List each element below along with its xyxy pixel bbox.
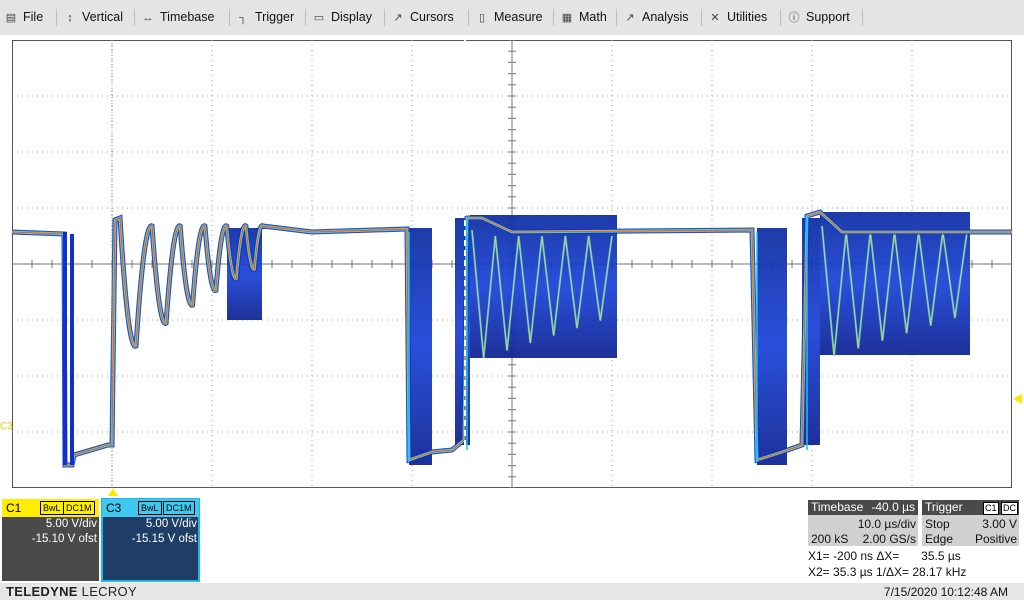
menu-math[interactable]: ▦ Math (561, 0, 607, 35)
channel-c1-descriptor[interactable]: C1 BwL DC1M 5.00 V/div -15.10 V ofst (2, 499, 99, 581)
trigger-position-marker[interactable] (107, 488, 119, 497)
menu-separator (553, 9, 554, 26)
menu-separator (134, 9, 135, 26)
c3-trace-marker[interactable]: C3 (0, 418, 14, 432)
trigger-header: Trigger C1 DC (922, 500, 1019, 515)
timebase-header: Timebase -40.0 µs (808, 500, 918, 515)
timebase-delay: -40.0 µs (871, 500, 915, 514)
timebase-tdiv: 10.0 µs/div (857, 517, 916, 531)
menu-bar: ▤ File ↕ Vertical ↔ Timebase ┐ Trigger ▭ Disp… (0, 0, 1024, 35)
timebase-label: Timebase (811, 500, 864, 514)
timebase-icon: ↔ (142, 12, 154, 24)
cursor-dx-value: 35.5 µs (921, 549, 961, 563)
cursor-dx-label: ΔX= (876, 549, 900, 563)
channel-c3-coupling-badge: DC1M (163, 501, 195, 515)
channel-c3-offset: -15.15 V ofst (131, 533, 197, 545)
menu-timebase[interactable]: ↔ Timebase (142, 0, 215, 35)
menu-separator (862, 9, 863, 26)
channel-c1-name: C1 (6, 501, 22, 515)
svg-text:C3: C3 (0, 421, 13, 432)
channel-c1-bandwidth-badge: BwL (40, 501, 64, 515)
channel-c3-vdiv: 5.00 V/div (145, 518, 197, 530)
menu-vertical[interactable]: ↕ Vertical (64, 0, 123, 35)
menu-label: Display (331, 10, 372, 24)
menu-separator (468, 9, 469, 26)
trigger-source-badge: C1 (983, 502, 999, 515)
channel-c3-name: C3 (106, 501, 122, 515)
menu-label: Cursors (410, 10, 454, 24)
menu-label: Math (579, 10, 607, 24)
display-icon: ▭ (313, 12, 325, 24)
trigger-mode: Stop (925, 517, 950, 531)
brand-bold: TELEDYNE (6, 584, 78, 599)
cursor-x2-value: 35.3 µs (833, 565, 873, 579)
menu-separator (780, 9, 781, 26)
menu-trigger[interactable]: ┐ Trigger (237, 0, 294, 35)
timebase-descriptor[interactable]: Timebase -40.0 µs 10.0 µs/div 200 kS 2.0… (808, 500, 918, 546)
menu-separator (384, 9, 385, 26)
menu-cursors[interactable]: ↗ Cursors (392, 0, 454, 35)
waveform-burst (757, 228, 787, 465)
cursor-readout-x2: X2= 35.3 µs 1/ΔX= 28.17 kHz (808, 565, 966, 579)
status-footer: TELEDYNE LECROY 7/15/2020 10:12:48 AM (0, 583, 1024, 600)
brand-logo: TELEDYNE LECROY (6, 584, 137, 599)
menu-support[interactable]: ⓘ Support (788, 0, 850, 35)
vertical-icon: ↕ (67, 12, 73, 24)
cursor-x2-label: X2= (808, 565, 830, 579)
trigger-level: 3.00 V (982, 517, 1017, 531)
waveform-burst (409, 228, 432, 465)
menu-label: Analysis (642, 10, 689, 24)
trigger-coupling-badge: DC (1001, 502, 1018, 515)
file-icon: ▤ (5, 12, 17, 24)
menu-display[interactable]: ▭ Display (313, 0, 372, 35)
menu-label: Utilities (727, 10, 768, 24)
menu-separator (229, 9, 230, 26)
math-icon: ▦ (561, 12, 573, 24)
menu-label: Trigger (255, 10, 295, 24)
channel-c1-header: C1 BwL DC1M (2, 499, 99, 517)
menu-separator (616, 9, 617, 26)
menu-separator (701, 9, 702, 26)
brand-rest: LECROY (77, 584, 137, 599)
menu-label: Measure (494, 10, 543, 24)
cursor-inv-value: 28.17 kHz (912, 565, 967, 579)
menu-analysis[interactable]: ↗ Analysis (624, 0, 689, 35)
menu-measure[interactable]: ▯ Measure (476, 0, 543, 35)
channel-c1-offset: -15.10 V ofst (31, 533, 97, 545)
channel-c3-bandwidth-badge: BwL (138, 501, 162, 515)
menu-label: Support (806, 10, 850, 24)
date-time: 7/15/2020 10:12:48 AM (883, 585, 1008, 599)
menu-separator (56, 9, 57, 26)
menu-utilities[interactable]: ✕ Utilities (709, 0, 767, 35)
measure-icon: ▯ (478, 12, 486, 24)
cursor-inv-label: 1/ΔX= (875, 565, 910, 579)
utilities-icon: ✕ (710, 12, 720, 24)
waveform-grid[interactable] (12, 40, 1012, 488)
support-icon: ⓘ (788, 12, 800, 24)
trigger-label: Trigger (925, 500, 963, 514)
trigger-slope: Positive (974, 532, 1017, 546)
trigger-level-marker[interactable] (1012, 394, 1022, 406)
menu-label: File (23, 10, 44, 24)
cursors-icon: ↗ (393, 12, 403, 24)
trigger-type: Edge (925, 532, 954, 546)
menu-label: Vertical (82, 10, 123, 24)
menu-label: Timebase (160, 10, 215, 24)
menu-separator (305, 9, 306, 26)
cursor-x1-label: X1= (808, 549, 830, 563)
channel-c3-descriptor[interactable]: C3 BwL DC1M 5.00 V/div -15.15 V ofst (101, 498, 200, 582)
channel-c1-vdiv: 5.00 V/div (45, 518, 97, 530)
channel-c1-coupling-badge: DC1M (63, 501, 95, 515)
cursor-x1-value: -200 ns (833, 549, 874, 563)
cursor-readout-x1: X1= -200 ns ΔX= 35.5 µs (808, 549, 961, 563)
timebase-samples: 200 kS (811, 532, 849, 546)
timebase-sample-rate: 2.00 GS/s (862, 532, 916, 546)
analysis-icon: ↗ (625, 12, 635, 24)
trigger-descriptor[interactable]: Trigger C1 DC Stop 3.00 V Edge Positive (922, 500, 1019, 546)
trigger-icon: ┐ (239, 12, 247, 24)
channel-c3-header: C3 BwL DC1M (102, 499, 199, 517)
menu-file[interactable]: ▤ File (5, 0, 43, 35)
